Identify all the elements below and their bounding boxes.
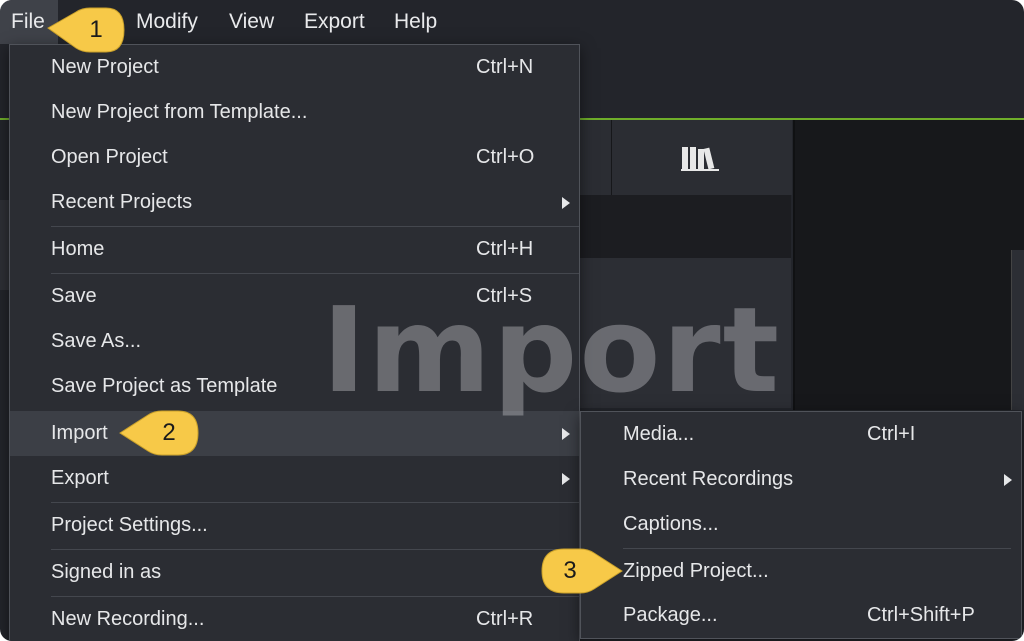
import-submenu: Media... Ctrl+I Recent Recordings Captio…: [580, 411, 1022, 639]
panel-tab: [578, 120, 611, 195]
menu-item-label: Save: [51, 285, 97, 307]
menu-item-shortcut: Ctrl+S: [476, 285, 533, 307]
menu-item-shortcut: Ctrl+Shift+P: [867, 604, 975, 626]
menu-item-label: Recent Recordings: [623, 468, 794, 490]
menu-item-project-settings[interactable]: Project Settings...: [10, 503, 579, 548]
menu-export[interactable]: Export: [304, 0, 365, 44]
submenu-arrow-icon: [1004, 474, 1012, 486]
menu-item-shortcut: Ctrl+N: [476, 56, 534, 78]
callout-step-2: 2: [118, 405, 228, 461]
menu-item-export[interactable]: Export: [10, 456, 579, 501]
menu-item-import[interactable]: Import: [10, 411, 579, 456]
canvas-edge: [1011, 250, 1024, 410]
menu-view[interactable]: View: [229, 0, 274, 44]
menu-item-recent-recordings[interactable]: Recent Recordings: [581, 457, 1021, 502]
menu-item-label: Recent Projects: [51, 191, 193, 213]
menu-item-label: Save Project as Template: [51, 375, 278, 397]
menu-item-signed-in-as[interactable]: Signed in as: [10, 550, 579, 595]
menu-help[interactable]: Help: [394, 0, 437, 44]
menu-item-save[interactable]: Save Ctrl+S: [10, 274, 579, 319]
menu-item-new-recording[interactable]: New Recording... Ctrl+R: [10, 597, 579, 641]
menu-item-shortcut: Ctrl+H: [476, 238, 534, 260]
app-window: File Modify View Export Help New Project…: [0, 0, 1024, 641]
submenu-arrow-icon: [562, 473, 570, 485]
menu-item-new-project-from-template[interactable]: New Project from Template...: [10, 90, 579, 135]
submenu-arrow-icon: [562, 428, 570, 440]
menu-item-label: Package...: [623, 604, 718, 626]
menu-item-label: Home: [51, 238, 105, 260]
callout-number: 1: [89, 16, 103, 43]
menu-item-shortcut: Ctrl+R: [476, 608, 534, 630]
menu-item-recent-projects[interactable]: Recent Projects: [10, 180, 579, 225]
menu-item-label: Captions...: [623, 513, 719, 535]
menu-item-label: Signed in as: [51, 561, 162, 583]
callout-step-3: 3: [538, 543, 648, 599]
file-menu: New Project Ctrl+N New Project from Temp…: [9, 44, 580, 641]
submenu-arrow-icon: [562, 197, 570, 209]
callout-number: 2: [162, 419, 176, 446]
menu-item-label: Project Settings...: [51, 514, 208, 536]
menu-item-shortcut: Ctrl+I: [867, 423, 916, 445]
menu-item-open-project[interactable]: Open Project Ctrl+O: [10, 135, 579, 180]
panel-content: [578, 258, 791, 408]
menu-item-label: Export: [51, 467, 109, 489]
menu-item-label: New Project from Template...: [51, 101, 308, 123]
menu-item-captions[interactable]: Captions...: [581, 502, 1021, 547]
menu-item-package[interactable]: Package... Ctrl+Shift+P: [581, 593, 1021, 638]
menu-item-label: Open Project: [51, 146, 168, 168]
menu-item-home[interactable]: Home Ctrl+H: [10, 227, 579, 272]
menu-item-label: Save As...: [51, 330, 142, 352]
menu-item-label: Import: [51, 422, 108, 444]
menu-item-media[interactable]: Media... Ctrl+I: [581, 412, 1021, 457]
menu-item-shortcut: Ctrl+O: [476, 146, 535, 168]
menu-item-save-project-as-template[interactable]: Save Project as Template: [10, 364, 579, 409]
menu-item-label: Media...: [623, 423, 695, 445]
menu-item-save-as[interactable]: Save As...: [10, 319, 579, 364]
library-icon[interactable]: [681, 143, 721, 173]
callout-number: 3: [563, 557, 577, 584]
callout-step-1: 1: [46, 2, 156, 58]
menu-item-label: New Recording...: [51, 608, 205, 630]
panel-row: [578, 195, 791, 258]
preview-canvas[interactable]: [793, 120, 1024, 410]
